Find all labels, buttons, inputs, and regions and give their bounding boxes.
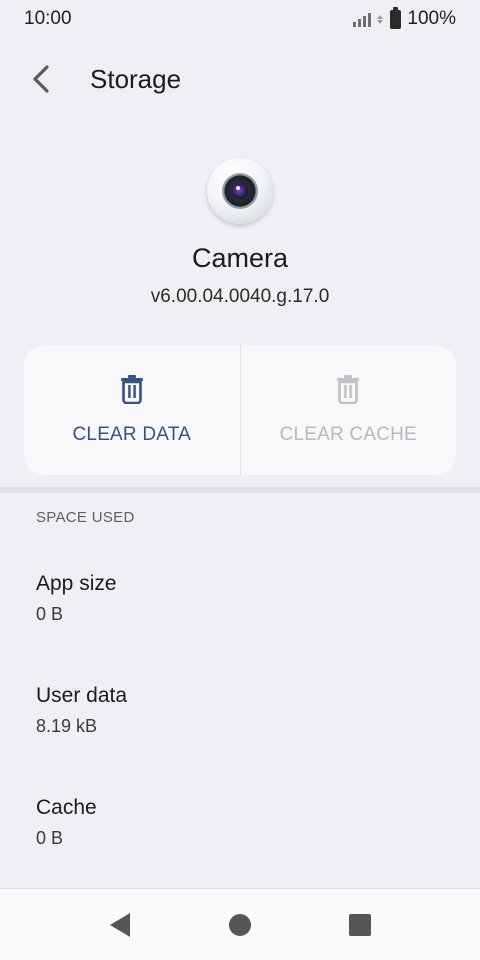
back-button[interactable] (12, 49, 72, 109)
navigation-bar (0, 888, 480, 960)
list-item-value: 0 B (36, 828, 64, 848)
page-title: Storage (90, 63, 182, 94)
nav-home-button[interactable] (200, 889, 280, 960)
app-size-item: App size 0 B (36, 572, 456, 625)
space-used-header: SPACE USED (36, 509, 135, 526)
signal-icon (353, 11, 372, 27)
app-bar: Storage (0, 48, 480, 110)
battery-percentage: 100% (407, 8, 456, 29)
nav-recents-icon (349, 914, 371, 936)
cache-item: Cache 0 B (36, 796, 456, 849)
trash-icon (337, 375, 360, 404)
nav-back-button[interactable] (80, 889, 160, 960)
status-time: 10:00 (24, 8, 72, 29)
nav-home-icon (229, 914, 251, 936)
clear-cache-label: CLEAR CACHE (279, 424, 417, 445)
clear-data-label: CLEAR DATA (72, 424, 191, 445)
battery-icon (390, 6, 402, 29)
list-item-value: 8.19 kB (36, 716, 98, 736)
status-icons: 100% (353, 6, 456, 30)
nav-recents-button[interactable] (320, 889, 400, 960)
list-item-title: User data (36, 684, 128, 707)
storage-actions-card: CLEAR DATA CLEAR CACHE (24, 345, 456, 475)
list-item-value: 0 B (36, 604, 64, 624)
list-item-title: Cache (36, 796, 97, 819)
storage-screen: 10:00 100% Storage Camera v6.00.04.0040.… (0, 0, 480, 960)
clear-data-button[interactable]: CLEAR DATA (24, 345, 240, 475)
back-arrow-icon (33, 65, 49, 93)
status-bar: 10:00 100% (0, 0, 480, 38)
data-activity-icon (377, 14, 384, 24)
section-divider (0, 487, 480, 493)
camera-app-icon (207, 158, 273, 224)
trash-icon (120, 375, 143, 404)
list-item-title: App size (36, 572, 117, 595)
clear-cache-button[interactable]: CLEAR CACHE (241, 345, 457, 475)
app-version: v6.00.04.0040.g.17.0 (150, 286, 330, 307)
nav-back-icon (110, 913, 130, 937)
user-data-item: User data 8.19 kB (36, 684, 456, 737)
app-name: Camera (191, 243, 289, 273)
